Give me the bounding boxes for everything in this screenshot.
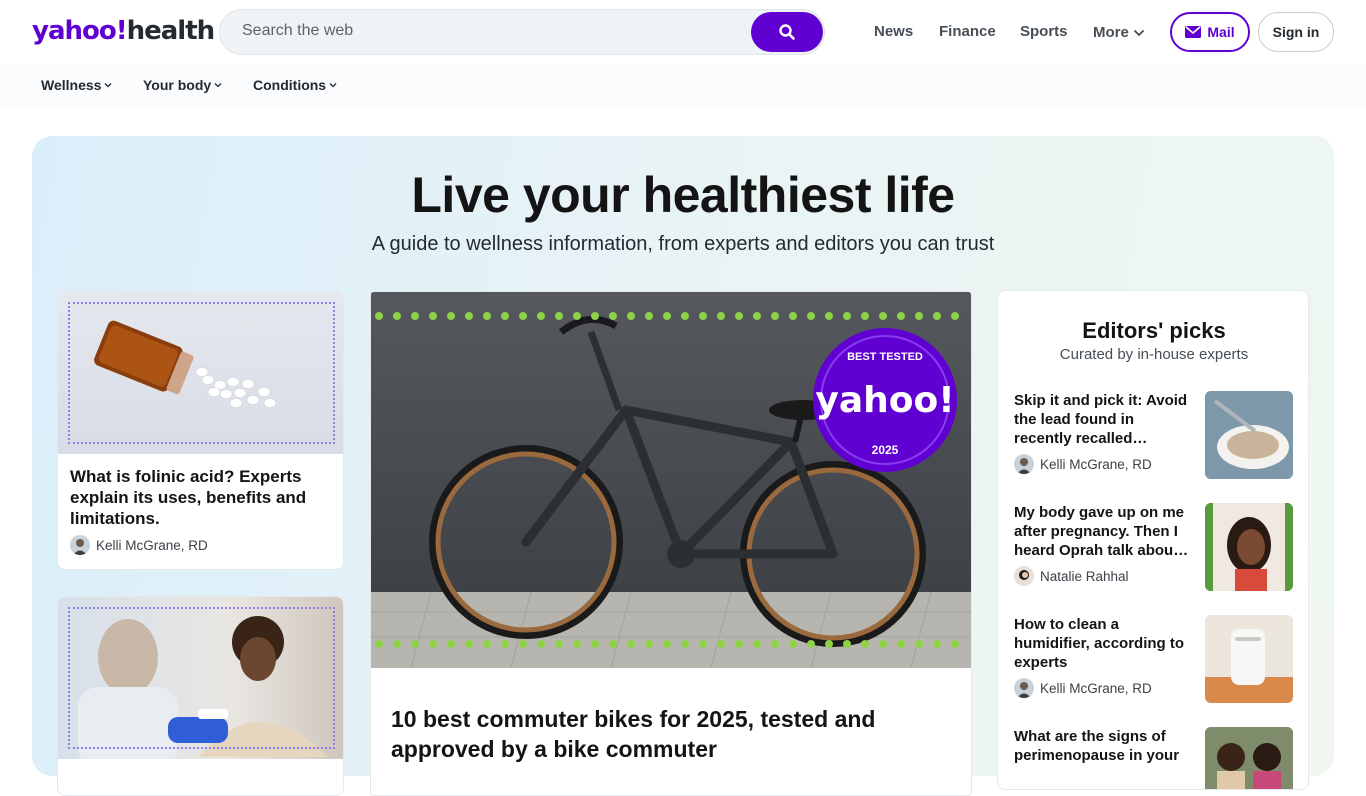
pick-title[interactable]: What are the signs of perimenopause in y… bbox=[1014, 727, 1190, 767]
featured-article-card[interactable]: BEST TESTED yahoo! 2025 10 best commuter… bbox=[370, 291, 972, 796]
header: yahoo!health News Finance Sports More Ma… bbox=[0, 0, 1366, 64]
decorative-frame bbox=[68, 302, 335, 444]
author-avatar bbox=[1014, 566, 1034, 586]
search-input[interactable] bbox=[242, 22, 742, 40]
pick-image bbox=[1205, 391, 1293, 479]
article-image bbox=[58, 292, 343, 454]
pick-item[interactable]: Skip it and pick it: Avoid the lead foun… bbox=[1014, 391, 1294, 479]
search-button[interactable] bbox=[751, 12, 823, 52]
mail-label: Mail bbox=[1207, 24, 1235, 40]
sign-in-label: Sign in bbox=[1272, 24, 1320, 40]
pick-item[interactable]: What are the signs of perimenopause in y… bbox=[1014, 727, 1294, 789]
commuter-bike-photo: BEST TESTED yahoo! 2025 bbox=[371, 292, 971, 668]
byline: Kelli McGrane, RD bbox=[70, 535, 208, 555]
pick-image bbox=[1205, 615, 1293, 703]
article-card[interactable] bbox=[57, 596, 344, 796]
yahoo-health-logo[interactable]: yahoo! health bbox=[32, 16, 216, 46]
byline: Kelli McGrane, RD bbox=[1014, 678, 1152, 698]
editors-picks-panel: Editors' picks Curated by in-house exper… bbox=[997, 290, 1309, 790]
chevron-down-icon bbox=[104, 83, 112, 88]
nav-more-label: More bbox=[1093, 24, 1129, 41]
badge-top: BEST TESTED bbox=[847, 351, 923, 363]
author-name[interactable]: Kelli McGrane, RD bbox=[1040, 457, 1152, 472]
pick-item[interactable]: How to clean a humidifier, according to … bbox=[1014, 615, 1294, 703]
pick-title[interactable]: How to clean a humidifier, according to … bbox=[1014, 615, 1190, 672]
editors-picks-subtitle: Curated by in-house experts bbox=[1059, 346, 1249, 363]
nav-finance[interactable]: Finance bbox=[939, 23, 996, 40]
subnav-wellness[interactable]: Wellness bbox=[41, 77, 112, 93]
author-avatar bbox=[70, 535, 90, 555]
pick-title[interactable]: Skip it and pick it: Avoid the lead foun… bbox=[1014, 391, 1190, 448]
author-name[interactable]: Natalie Rahhal bbox=[1040, 569, 1129, 584]
subnav-conditions-label: Conditions bbox=[253, 77, 327, 93]
logo-section: health bbox=[126, 16, 216, 46]
mail-icon bbox=[1185, 26, 1202, 38]
article-image bbox=[58, 597, 343, 759]
byline: Natalie Rahhal bbox=[1014, 566, 1129, 586]
pick-title[interactable]: My body gave up on me after pregnancy. T… bbox=[1014, 503, 1190, 560]
best-tested-badge: BEST TESTED yahoo! 2025 bbox=[813, 328, 957, 472]
decorative-frame bbox=[68, 607, 335, 749]
subnav-conditions[interactable]: Conditions bbox=[253, 77, 337, 93]
section-nav: Wellness Your body Conditions bbox=[0, 64, 1366, 106]
chevron-down-icon bbox=[214, 83, 222, 88]
nav-sports[interactable]: Sports bbox=[1020, 23, 1068, 40]
nav-news[interactable]: News bbox=[874, 23, 913, 40]
subnav-your-body-label: Your body bbox=[143, 77, 212, 93]
logo-brand: yahoo! bbox=[32, 16, 128, 46]
nav-more[interactable]: More bbox=[1093, 24, 1145, 41]
mail-button[interactable]: Mail bbox=[1170, 12, 1250, 52]
author-name[interactable]: Kelli McGrane, RD bbox=[1040, 681, 1152, 696]
hero-subtitle: A guide to wellness information, from ex… bbox=[371, 233, 995, 255]
editors-picks-title: Editors' picks bbox=[1082, 318, 1226, 343]
article-title[interactable]: What is folinic acid? Experts explain it… bbox=[70, 466, 332, 529]
hero-title: Live your healthiest life bbox=[411, 167, 955, 223]
pick-image bbox=[1205, 727, 1293, 789]
author-avatar bbox=[1014, 454, 1034, 474]
author-name[interactable]: Kelli McGrane, RD bbox=[96, 538, 208, 553]
pick-item[interactable]: My body gave up on me after pregnancy. T… bbox=[1014, 503, 1294, 591]
badge-brand: yahoo! bbox=[815, 380, 954, 421]
author-avatar bbox=[1014, 678, 1034, 698]
chevron-down-icon bbox=[329, 83, 337, 88]
subnav-wellness-label: Wellness bbox=[41, 77, 102, 93]
search-icon bbox=[779, 24, 795, 40]
featured-article-title[interactable]: 10 best commuter bikes for 2025, tested … bbox=[391, 704, 951, 764]
featured-image: BEST TESTED yahoo! 2025 bbox=[371, 292, 971, 668]
search-bar bbox=[219, 9, 825, 55]
sign-in-button[interactable]: Sign in bbox=[1258, 12, 1334, 52]
article-card[interactable]: What is folinic acid? Experts explain it… bbox=[57, 291, 344, 570]
badge-year: 2025 bbox=[872, 443, 899, 457]
subnav-your-body[interactable]: Your body bbox=[143, 77, 222, 93]
byline: Kelli McGrane, RD bbox=[1014, 454, 1152, 474]
chevron-down-icon bbox=[1133, 29, 1144, 36]
pick-image bbox=[1205, 503, 1293, 591]
